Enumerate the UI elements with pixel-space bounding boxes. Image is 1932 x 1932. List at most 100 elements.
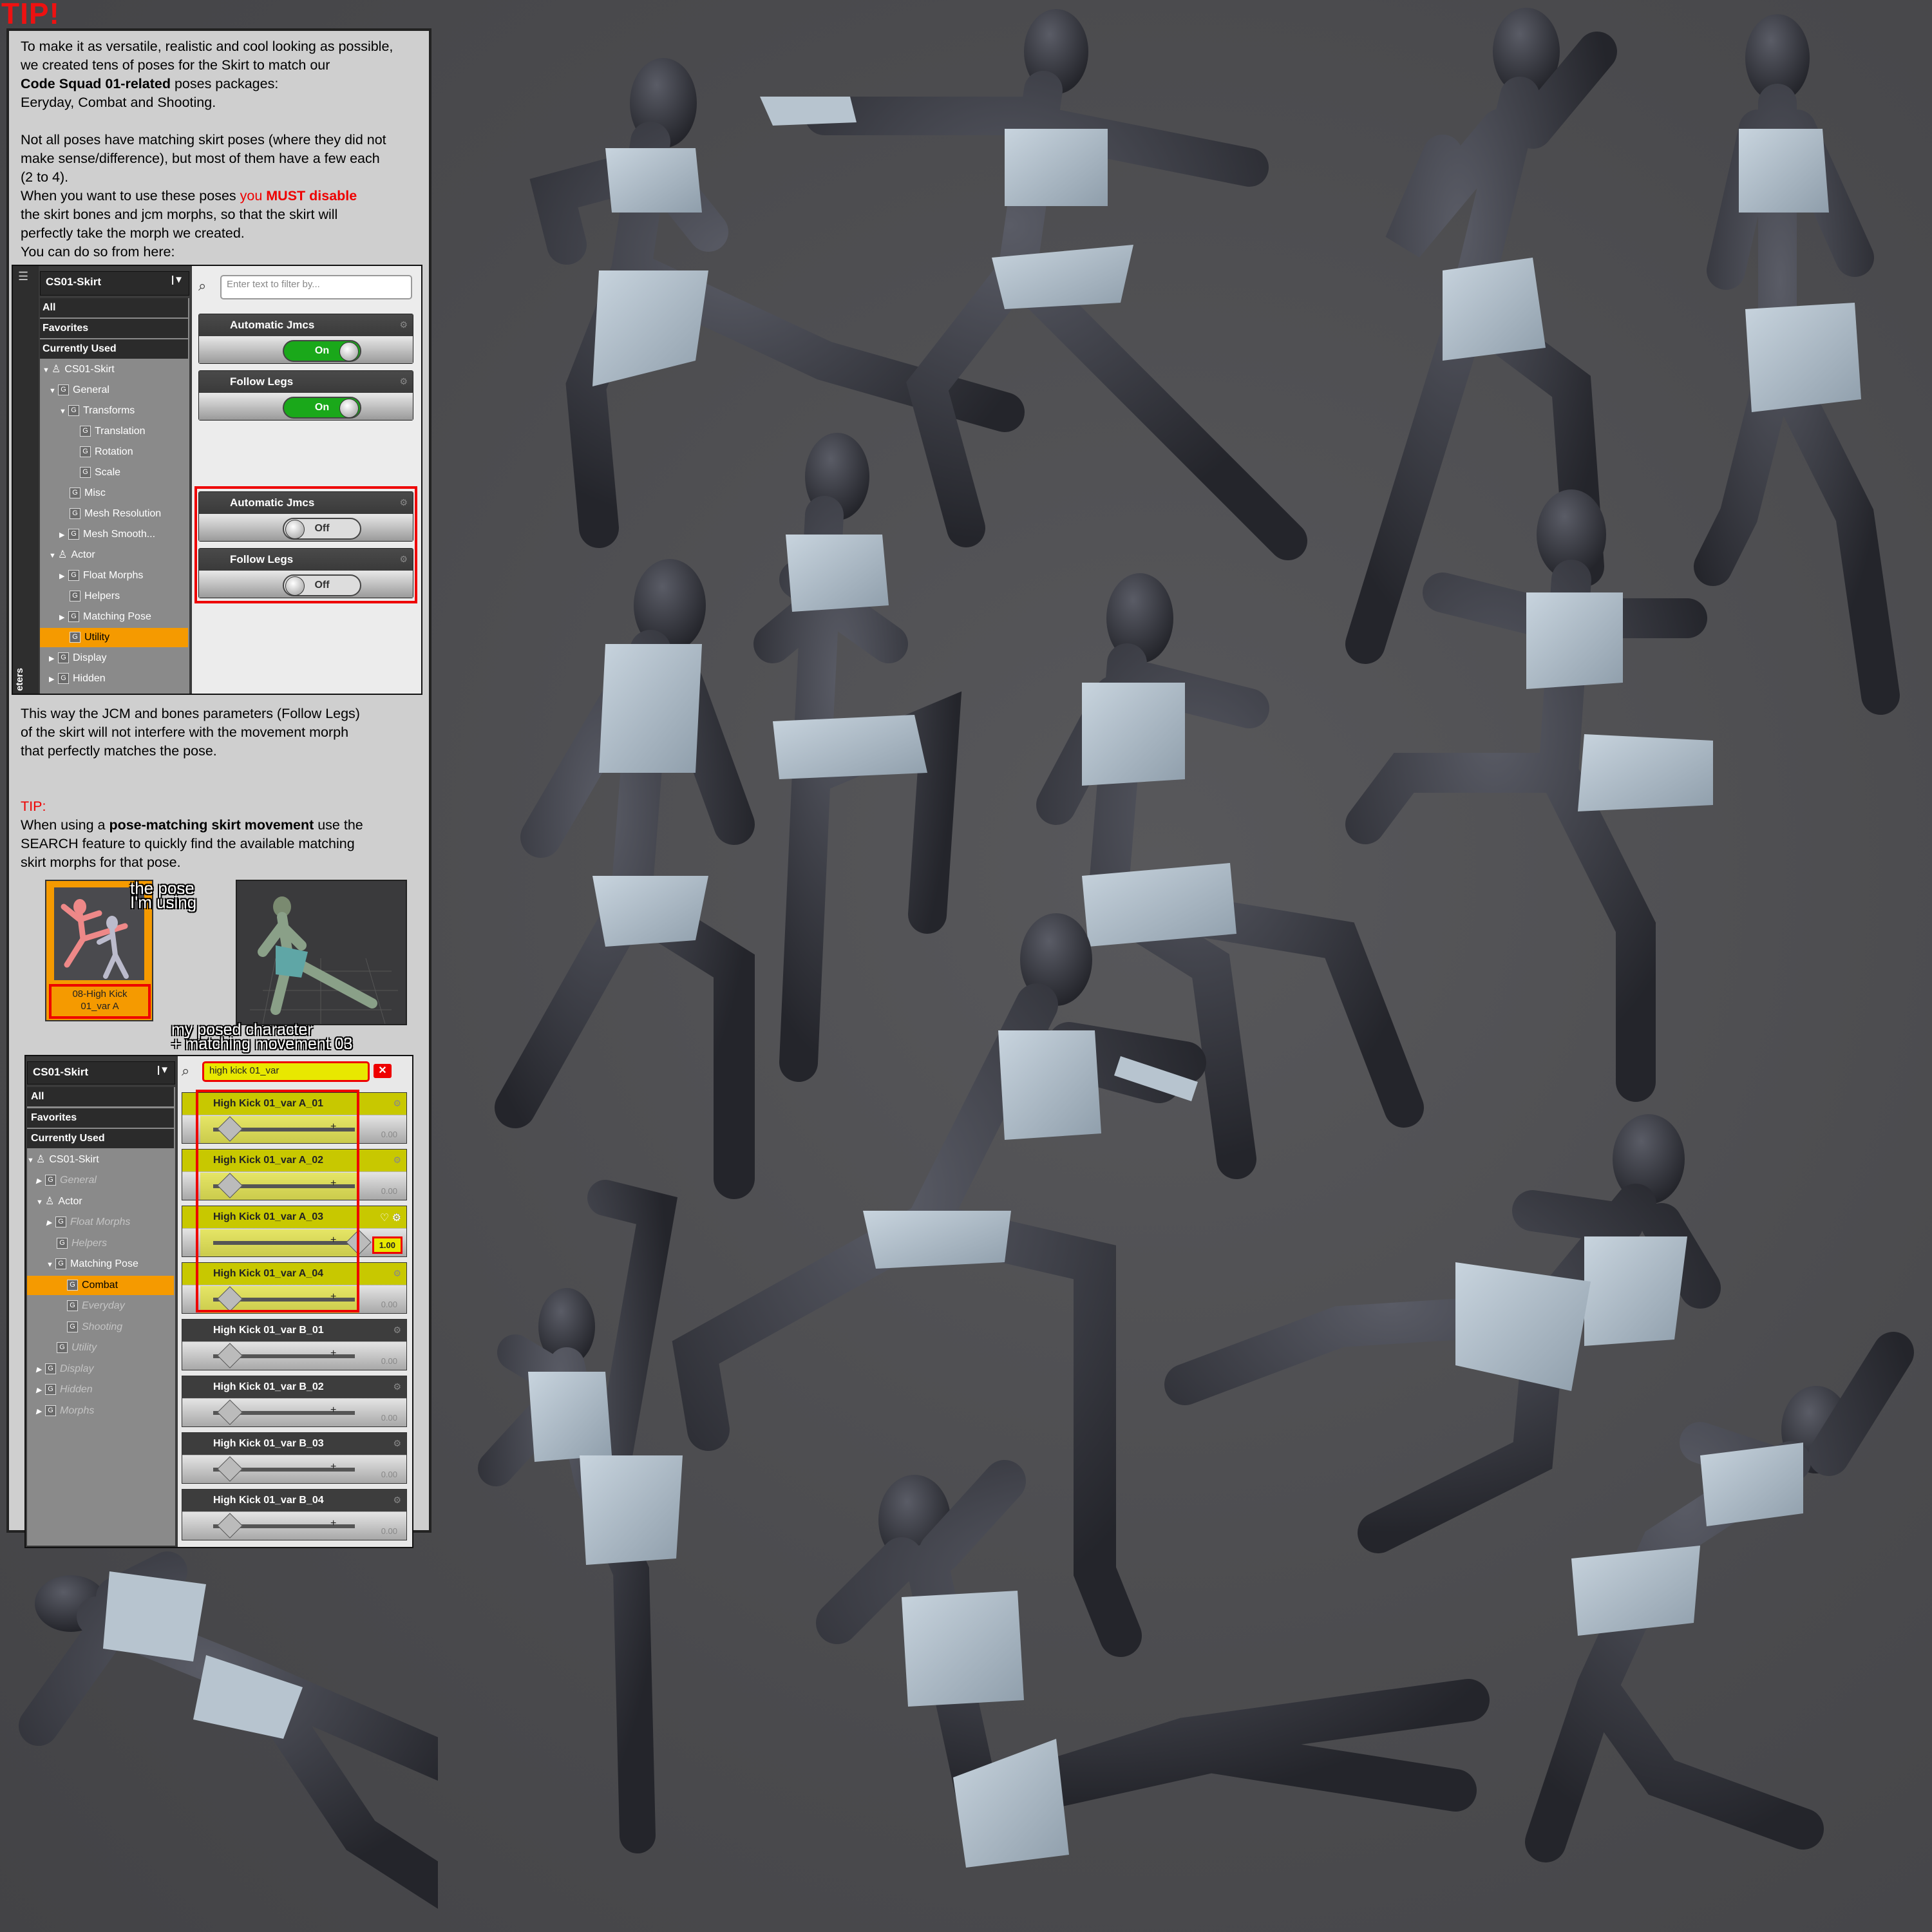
tree-item-rotation[interactable]: G Rotation <box>40 442 188 462</box>
increment-icon[interactable]: + <box>330 1405 336 1416</box>
slider-value[interactable]: 0.00 <box>381 1130 397 1139</box>
gear-icon[interactable]: ⚙ <box>393 1268 401 1279</box>
toggle-knob[interactable] <box>339 399 359 418</box>
tree-item-matching-pose[interactable]: ▶ G Matching Pose <box>40 607 188 627</box>
tree-item-morphs[interactable]: ▶ G Morphs <box>27 1401 174 1421</box>
figure-jump-kick-right <box>1164 1114 1721 1553</box>
clear-icon[interactable]: ✕ <box>374 1064 392 1078</box>
tree-item-label: Helpers <box>71 1237 108 1249</box>
tree-item-everyday[interactable]: G Everyday <box>27 1296 174 1316</box>
expand-icon[interactable]: ▶ <box>59 526 68 545</box>
tree-item-all[interactable]: All <box>40 298 188 317</box>
tree-item-actor[interactable]: ▼ ♙ Actor <box>27 1192 174 1211</box>
tree-item-label: Scale <box>95 467 121 478</box>
slider-value[interactable]: 0.00 <box>381 1356 397 1366</box>
gear-icon[interactable]: ⚙ <box>399 376 408 387</box>
increment-icon[interactable]: + <box>330 1348 336 1359</box>
gear-icon[interactable]: ⚙ <box>399 319 408 330</box>
tree-item-label: Currently Used <box>31 1133 105 1144</box>
tree-item-cs01-skirt[interactable]: ▼ ♙ CS01-Skirt <box>40 360 188 379</box>
expand-icon[interactable]: ▶ <box>59 608 68 627</box>
slider-handle[interactable] <box>217 1456 243 1482</box>
increment-icon[interactable]: + <box>330 1461 336 1473</box>
slider-handle[interactable] <box>217 1343 243 1368</box>
tree-item-favorites[interactable]: Favorites <box>40 319 188 338</box>
toggle-knob[interactable] <box>339 342 359 361</box>
tree-item-combat[interactable]: G Combat <box>27 1275 174 1295</box>
morph-slider[interactable]: High Kick 01_var B_03 ⚙ +0.00 <box>182 1432 407 1484</box>
tree-item-translation[interactable]: G Translation <box>40 422 188 441</box>
group-icon: G <box>68 529 79 540</box>
menu-icon[interactable]: ☰ <box>18 270 28 283</box>
side-tab-strip: ☰ eters <box>13 266 39 694</box>
tree-item-favorites[interactable]: Favorites <box>27 1108 174 1128</box>
gear-icon[interactable]: ⚙ <box>393 1495 401 1506</box>
heart-icon[interactable]: ♡ ⚙ <box>380 1211 401 1224</box>
slider-value[interactable]: 0.00 <box>381 1470 397 1479</box>
tree-item-transforms[interactable]: ▼ G Transforms <box>40 401 188 421</box>
tree-item-float-morphs[interactable]: ▶ G Float Morphs <box>27 1213 174 1232</box>
tree-item-utility[interactable]: G Utility <box>40 628 188 647</box>
expand-icon[interactable]: ▶ <box>36 1402 45 1421</box>
tree-item-scale[interactable]: G Scale <box>40 463 188 482</box>
side-tab-label[interactable]: eters <box>14 659 36 691</box>
tree-item-general[interactable]: ▼ G General <box>40 381 188 400</box>
expand-icon[interactable]: ▶ <box>46 1213 55 1233</box>
node-dropdown[interactable]: CS01-Skirt |▼ <box>27 1061 175 1084</box>
tree-item-misc[interactable]: G Misc <box>40 484 188 503</box>
expand-icon[interactable]: ▶ <box>36 1381 45 1400</box>
tree-item-shooting[interactable]: G Shooting <box>27 1318 174 1337</box>
tree-item-label: Float Morphs <box>70 1217 131 1227</box>
slider-value[interactable]: 0.00 <box>381 1186 397 1196</box>
expand-icon[interactable]: ▼ <box>59 402 68 421</box>
tree-item-matching-pose[interactable]: ▼ G Matching Pose <box>27 1255 174 1274</box>
filter-input[interactable]: high kick 01_var <box>202 1061 370 1082</box>
slider-value[interactable]: 0.00 <box>381 1300 397 1309</box>
figure-arms-crossed <box>753 433 962 1082</box>
expand-icon[interactable]: ▼ <box>27 1151 36 1170</box>
tip-title: TIP! <box>1 0 60 30</box>
expand-icon[interactable]: ▼ <box>36 1193 45 1212</box>
gear-icon[interactable]: ⚙ <box>393 1155 401 1166</box>
increment-icon[interactable]: + <box>330 1518 336 1530</box>
filter-input[interactable]: Enter text to filter by... <box>220 275 412 299</box>
gear-icon[interactable]: ⚙ <box>393 1098 401 1109</box>
expand-icon[interactable]: ▼ <box>46 1255 55 1274</box>
tree-item-cs01-skirt[interactable]: ▼ ♙ CS01-Skirt <box>27 1150 174 1170</box>
tree-item-currently-used[interactable]: Currently Used <box>27 1129 174 1148</box>
tree-item-mesh-resolution[interactable]: G Mesh Resolution <box>40 504 188 524</box>
expand-icon[interactable]: ▶ <box>59 567 68 586</box>
expand-icon[interactable]: ▶ <box>36 1171 45 1191</box>
toggle-switch[interactable]: On <box>283 340 361 362</box>
expand-icon[interactable]: ▼ <box>43 361 52 380</box>
tree-item-hidden[interactable]: ▶ G Hidden <box>27 1380 174 1399</box>
gear-icon[interactable]: ⚙ <box>393 1438 401 1449</box>
toggle-switch[interactable]: On <box>283 397 361 419</box>
tree-item-display[interactable]: ▶ G Display <box>27 1359 174 1379</box>
tree-item-display[interactable]: ▶ G Display <box>40 649 188 668</box>
slider-handle[interactable] <box>217 1399 243 1425</box>
node-dropdown[interactable]: CS01-Skirt |▼ <box>40 271 189 296</box>
tree-item-float-morphs[interactable]: ▶ G Float Morphs <box>40 566 188 585</box>
slider-value[interactable]: 1.00 <box>372 1236 402 1254</box>
tree-item-all[interactable]: All <box>27 1087 174 1106</box>
expand-icon[interactable]: ▼ <box>49 381 58 401</box>
expand-icon[interactable]: ▶ <box>36 1360 45 1379</box>
tree-item-utility[interactable]: G Utility <box>27 1338 174 1358</box>
tree-item-general[interactable]: ▶ G General <box>27 1171 174 1190</box>
tree-item-hidden[interactable]: ▶ G Hidden <box>40 669 188 688</box>
morph-slider[interactable]: High Kick 01_var B_01 ⚙ +0.00 <box>182 1319 407 1370</box>
expand-icon[interactable]: ▼ <box>49 546 58 565</box>
gear-icon[interactable]: ⚙ <box>393 1325 401 1336</box>
tree-item-actor[interactable]: ▼ ♙ Actor <box>40 545 188 565</box>
tree-item-currently-used[interactable]: Currently Used <box>40 339 188 359</box>
slider-value[interactable]: 0.00 <box>381 1413 397 1423</box>
tree-item-helpers[interactable]: G Helpers <box>27 1234 174 1253</box>
annotation-line: I'm using <box>130 893 197 912</box>
morph-slider[interactable]: High Kick 01_var B_02 ⚙ +0.00 <box>182 1376 407 1427</box>
expand-icon[interactable]: ▶ <box>49 649 58 668</box>
expand-icon[interactable]: ▶ <box>49 670 58 689</box>
tree-item-helpers[interactable]: G Helpers <box>40 587 188 606</box>
tree-item-mesh-smooth[interactable]: ▶ G Mesh Smooth... <box>40 525 188 544</box>
gear-icon[interactable]: ⚙ <box>393 1381 401 1392</box>
